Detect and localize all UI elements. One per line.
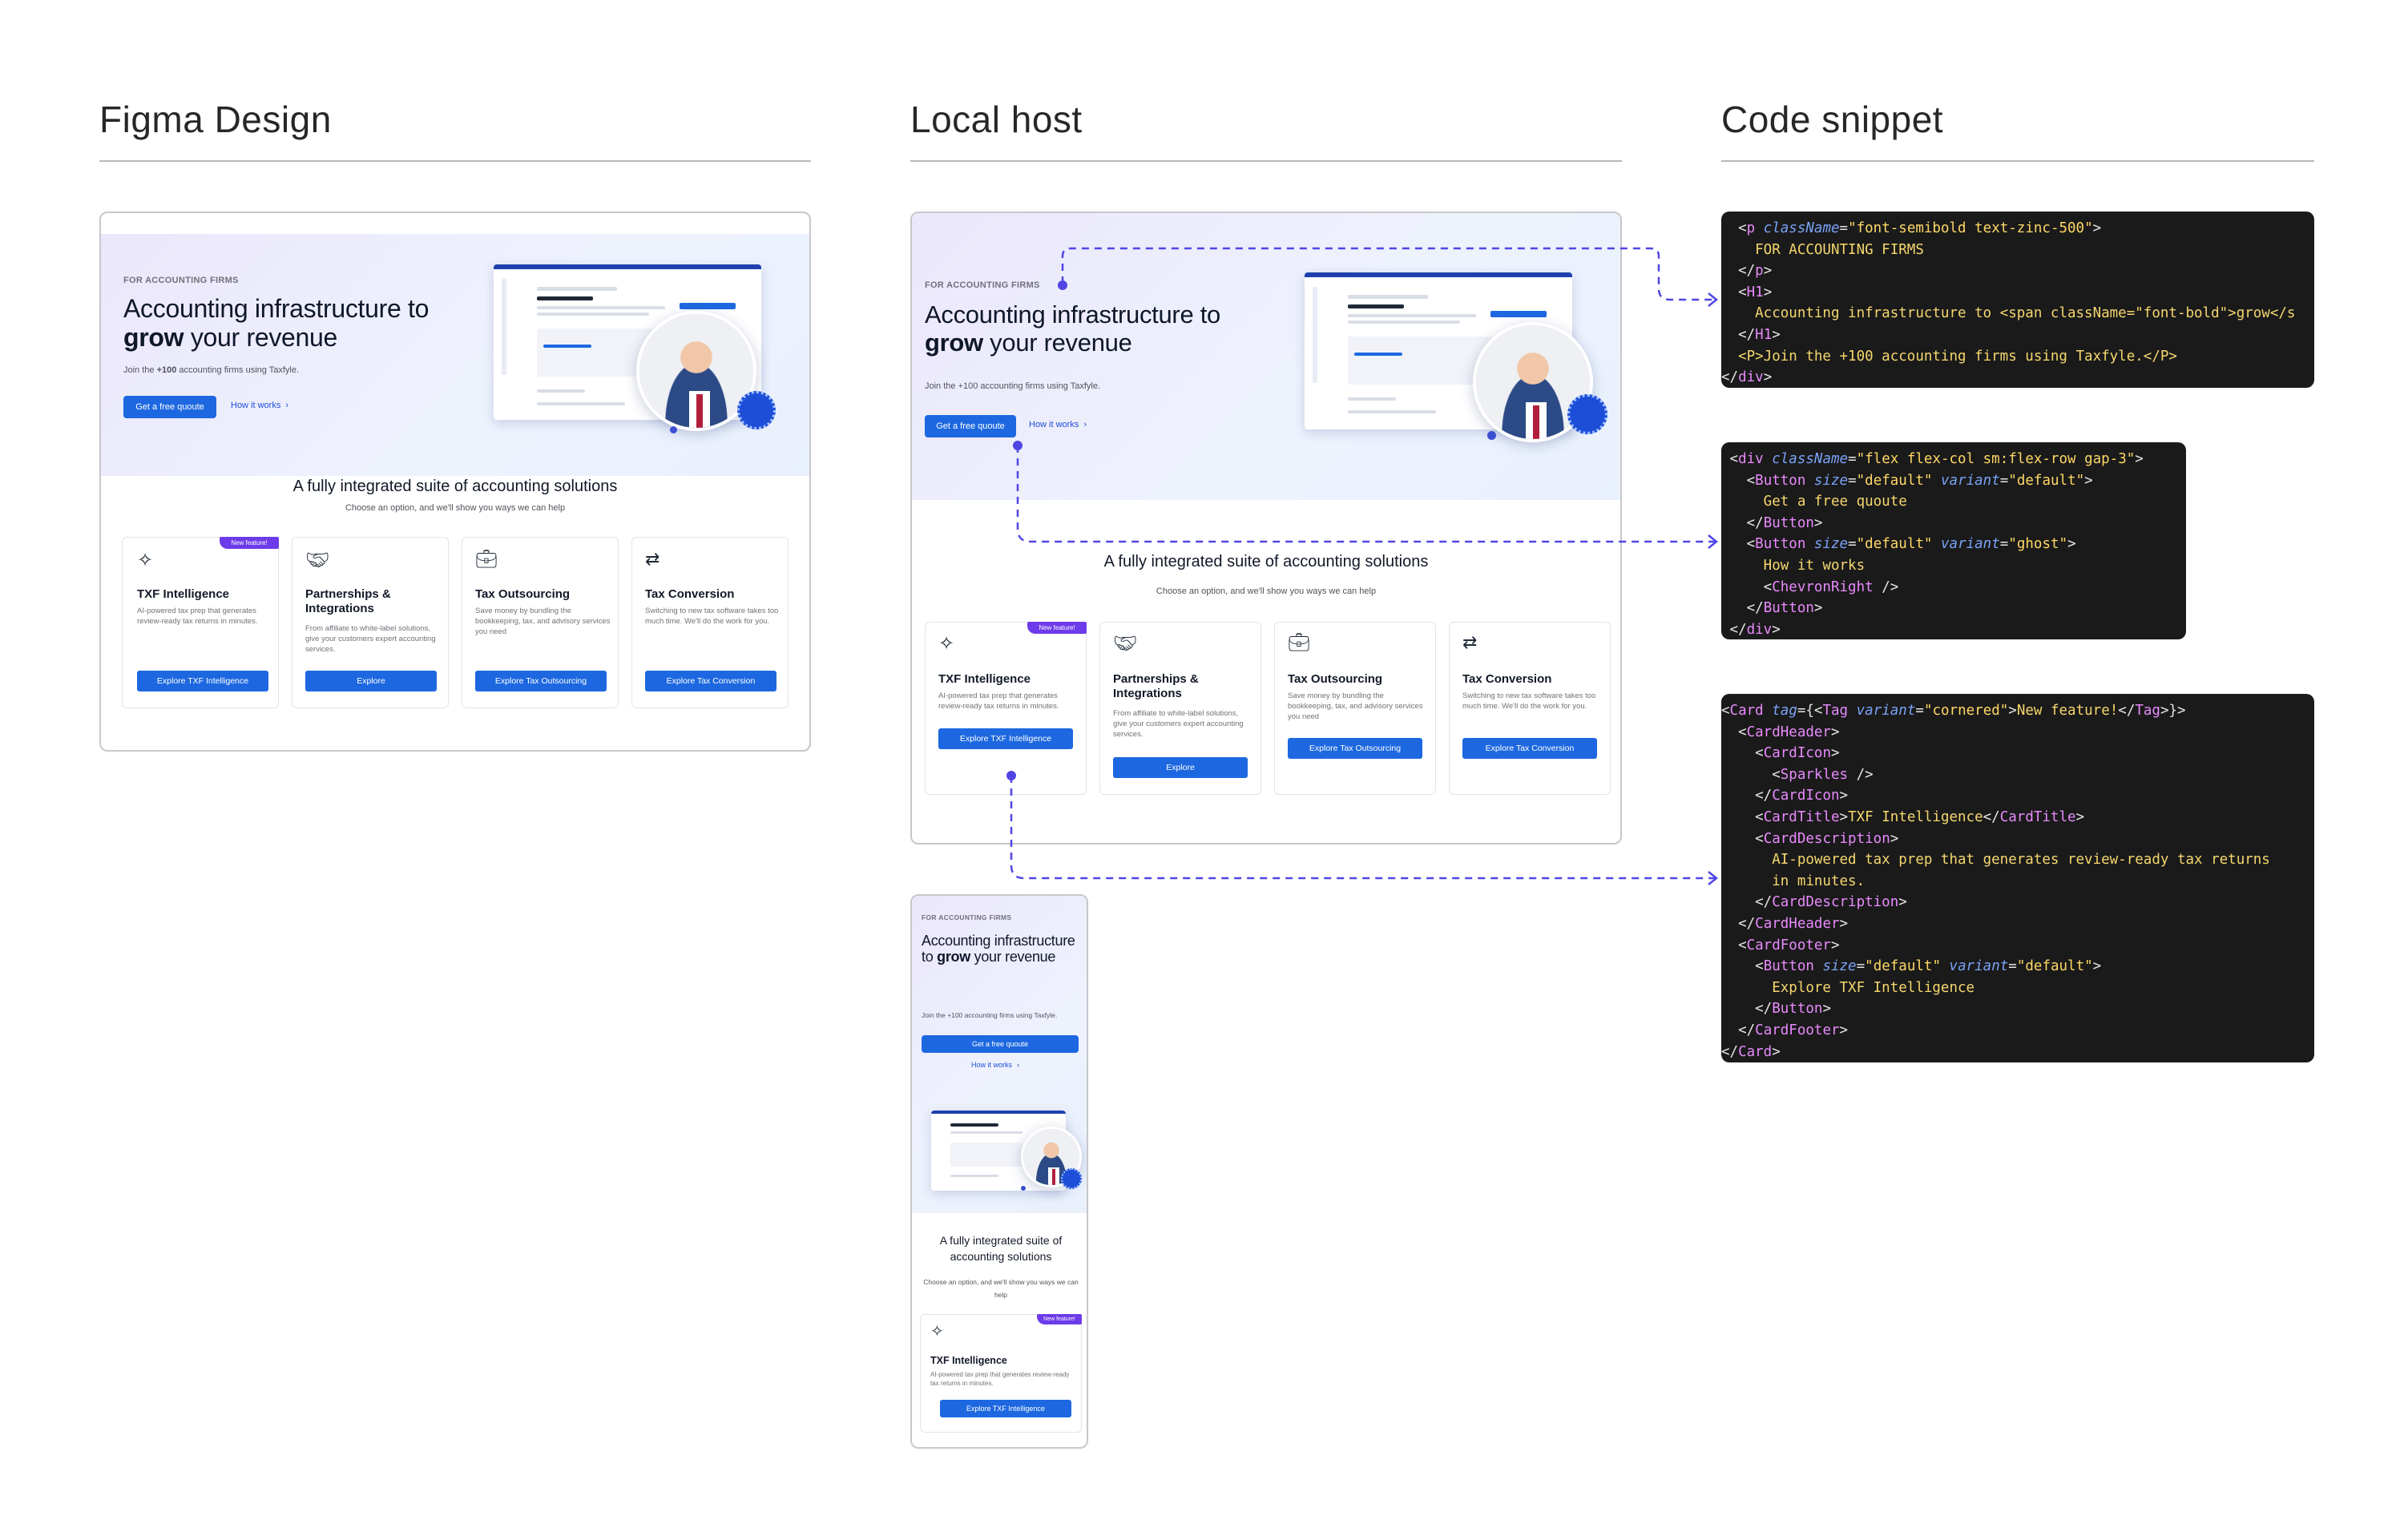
connector-anchor-dot [1058, 280, 1067, 290]
connector-anchor-dot [1013, 441, 1023, 450]
connector-anchor-dot [1006, 771, 1016, 780]
connector-lines [1006, 247, 1719, 885]
connector-hero-text [1061, 247, 1715, 301]
connector-card [1010, 776, 1715, 880]
connector-buttons [1016, 445, 1715, 543]
